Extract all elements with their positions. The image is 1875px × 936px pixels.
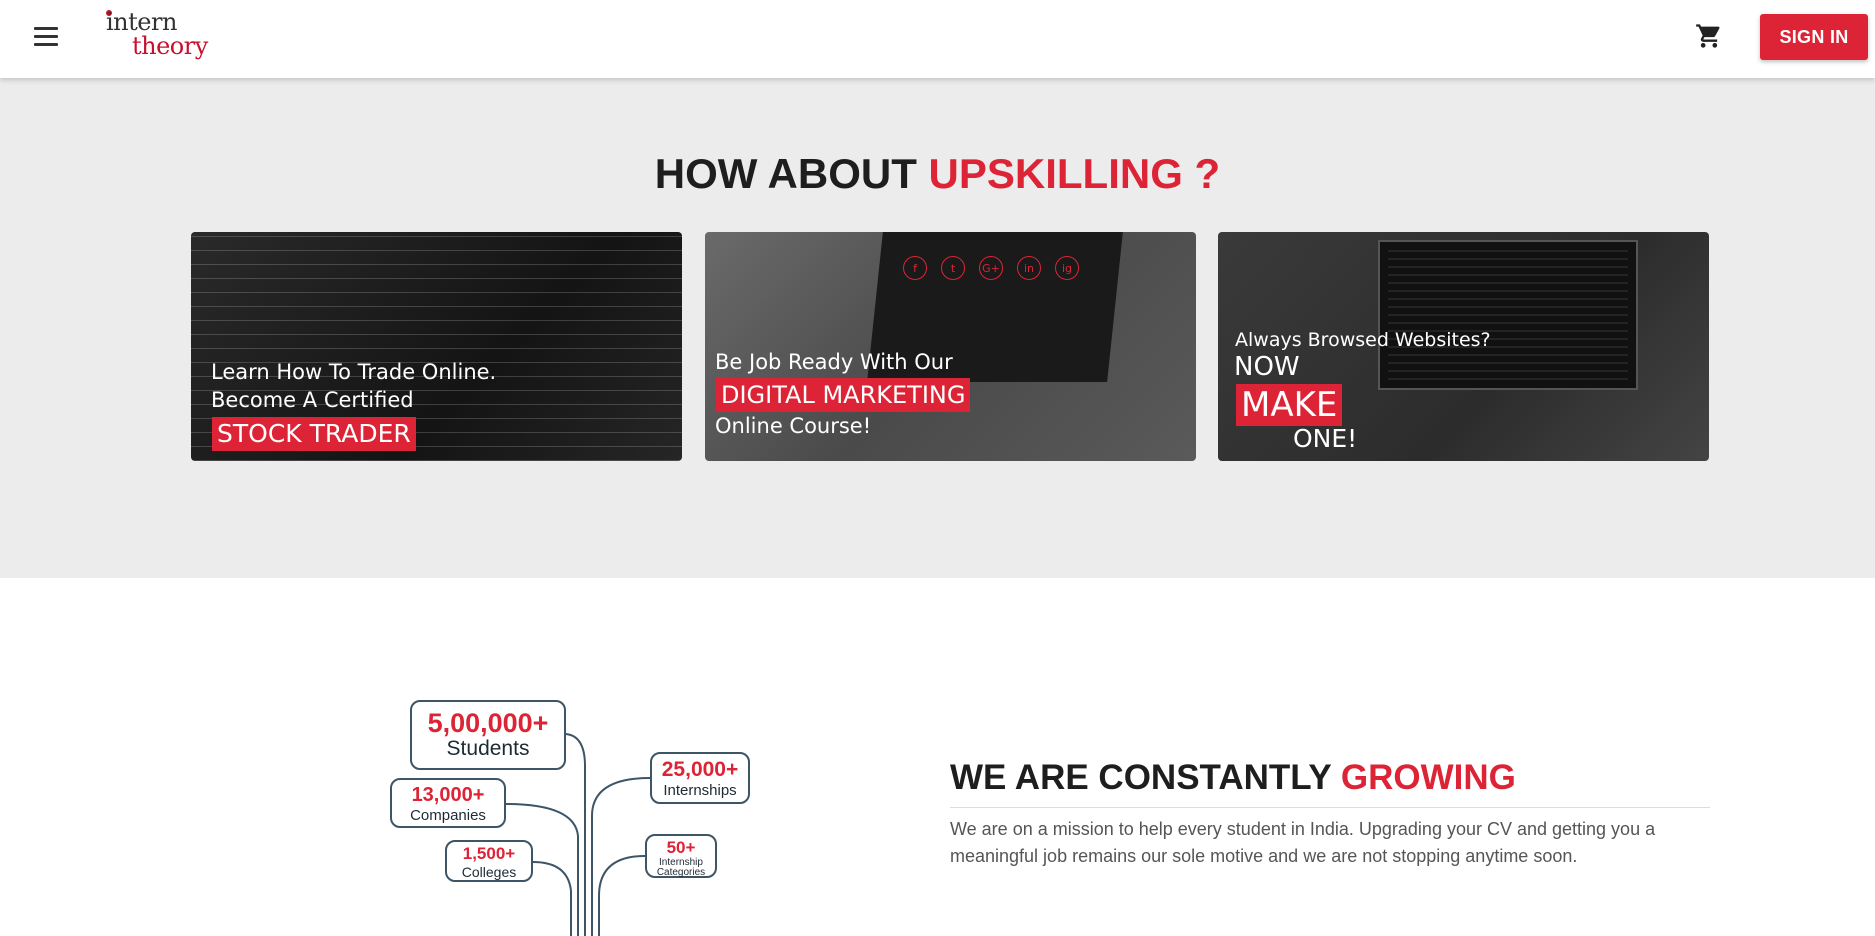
stat-internships: 25,000+ Internships (650, 752, 750, 804)
hamburger-menu-icon[interactable] (34, 27, 58, 47)
sign-in-button[interactable]: SIGN IN (1760, 14, 1868, 60)
growth-heading-part1: WE ARE CONSTANTLY (950, 758, 1341, 797)
card-1-line-1: Learn How To Trade Online. (211, 360, 497, 384)
stat-colleges: 1,500+ Colleges (445, 840, 533, 882)
card-3-line-1: Always Browsed Websites? (1235, 329, 1491, 351)
card-3-highlight: MAKE (1236, 384, 1343, 426)
card-3-line-4: ONE! (1293, 424, 1358, 453)
logo-text-theory: theory (132, 32, 208, 60)
course-card-web-development[interactable]: Always Browsed Websites? NOW MAKE ONE! (1218, 232, 1709, 461)
course-card-stock-trader[interactable]: Learn How To Trade Online. Become A Cert… (191, 232, 682, 461)
google-plus-icon: G+ (979, 256, 1003, 280)
stat-colleges-label: Colleges (461, 864, 517, 880)
twitter-icon: t (941, 256, 965, 280)
facebook-icon: f (903, 256, 927, 280)
stat-categories-value: 50+ (666, 838, 696, 857)
site-logo[interactable]: intern theory (106, 8, 208, 64)
growth-description: We are on a mission to help every studen… (950, 819, 1656, 866)
stat-students-value: 5,00,000+ (427, 708, 549, 738)
stat-internship-categories: 50+ Internship Categories (645, 834, 717, 878)
heading-divider (950, 807, 1710, 808)
instagram-icon: ig (1055, 256, 1079, 280)
growth-heading: WE ARE CONSTANTLY GROWING (950, 758, 1516, 798)
card-2-line-1: Be Job Ready With Our (715, 350, 953, 374)
stat-students: 5,00,000+ Students (410, 700, 566, 770)
card-2-line-3: Online Course! (715, 414, 872, 438)
growth-heading-highlight: GROWING (1340, 758, 1516, 797)
stat-companies-label: Companies (410, 807, 486, 824)
course-card-digital-marketing[interactable]: f t G+ in ig Be Job Ready With Our DIGIT… (705, 232, 1196, 461)
stat-internships-value: 25,000+ (661, 758, 739, 781)
shopping-cart-icon[interactable] (1695, 22, 1723, 50)
social-icons-row: f t G+ in ig (903, 256, 1079, 280)
top-navigation-bar: intern theory SIGN IN (0, 0, 1875, 78)
card-1-highlight: STOCK TRADER (212, 417, 416, 451)
card-3-line-2: NOW (1234, 352, 1300, 382)
stat-colleges-value: 1,500+ (462, 844, 516, 863)
stat-categories-label: Internship Categories (656, 857, 706, 878)
upskilling-section: HOW ABOUT UPSKILLING ? Learn How To Trad… (0, 78, 1875, 578)
stat-companies-value: 13,000+ (411, 784, 485, 806)
stat-internships-label: Internships (663, 782, 737, 799)
upskilling-heading-highlight: UPSKILLING ? (928, 150, 1221, 197)
upskilling-heading-part1: HOW ABOUT (654, 150, 929, 197)
upskilling-heading: HOW ABOUT UPSKILLING ? (0, 150, 1875, 198)
code-screen-background (1378, 240, 1638, 390)
stat-companies: 13,000+ Companies (390, 778, 506, 828)
stat-students-label: Students (446, 737, 530, 760)
card-2-highlight: DIGITAL MARKETING (716, 378, 971, 412)
linkedin-icon: in (1017, 256, 1041, 280)
growth-section: 5,00,000+ Students 13,000+ Companies 1,5… (0, 578, 1875, 936)
growth-infographic: 5,00,000+ Students 13,000+ Companies 1,5… (380, 696, 760, 936)
card-1-line-2: Become A Certified (211, 388, 414, 412)
